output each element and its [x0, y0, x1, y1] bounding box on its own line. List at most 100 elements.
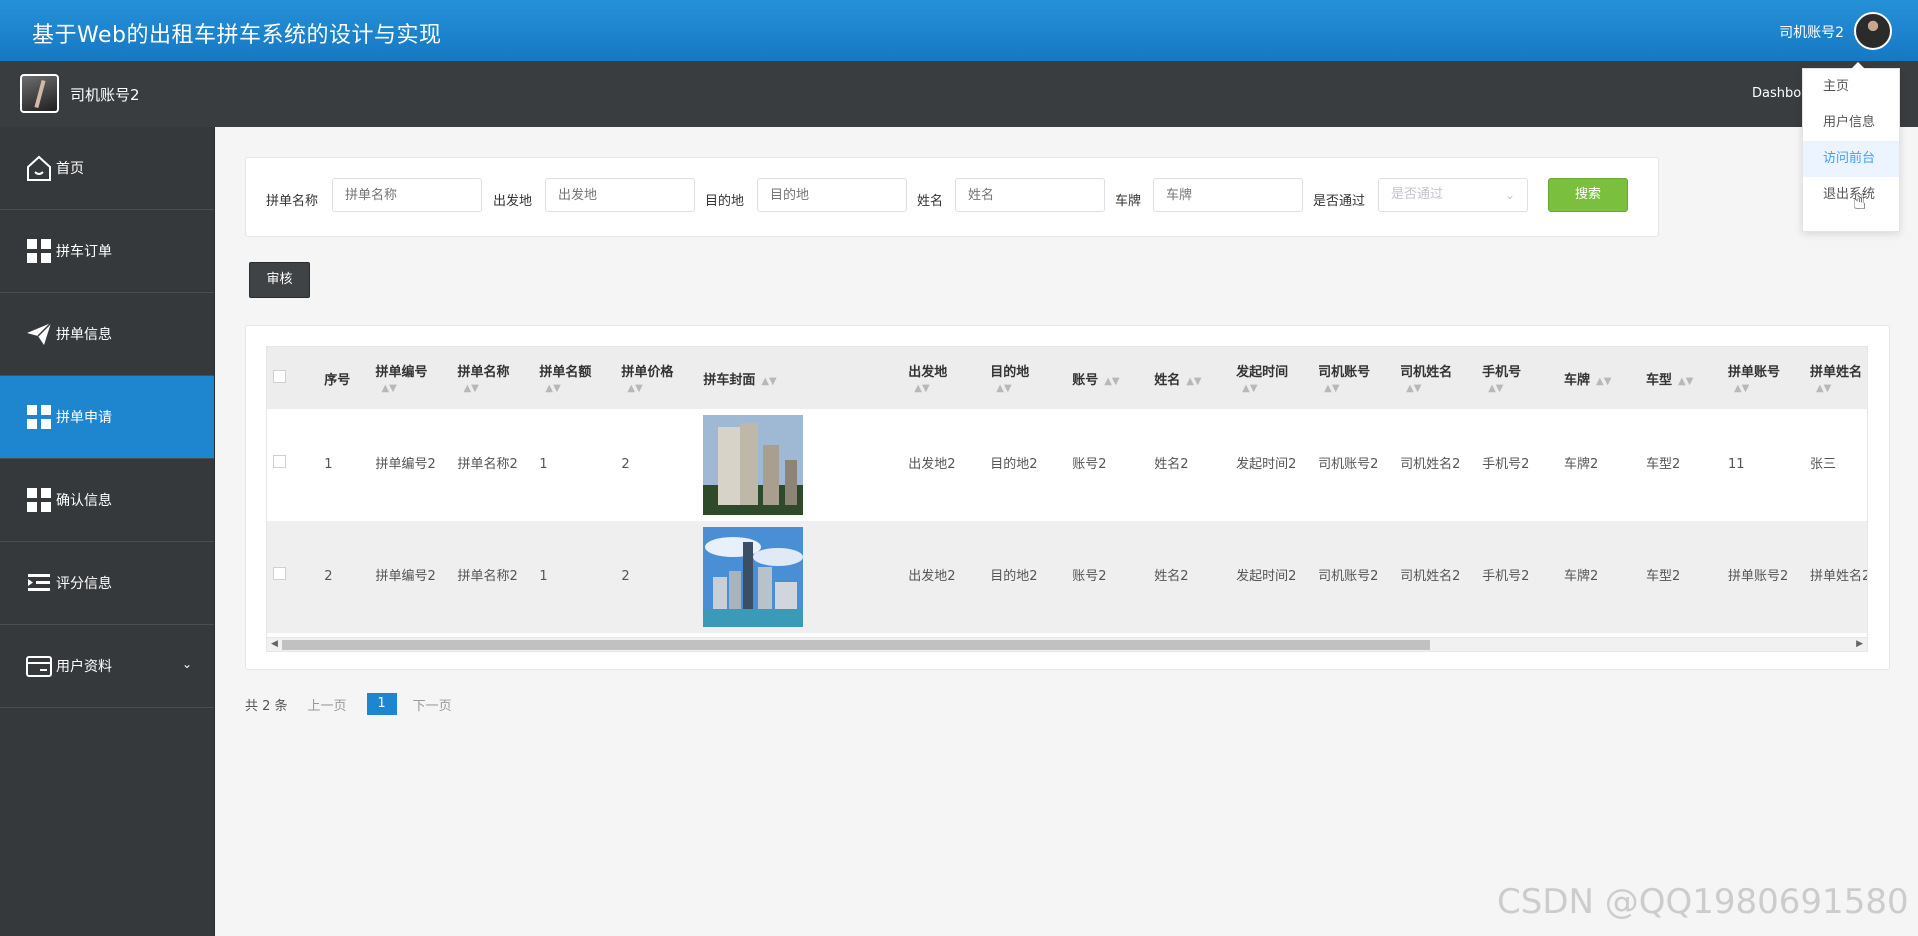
grid-icon	[24, 402, 54, 432]
row-checkbox[interactable]	[267, 521, 319, 633]
column-header[interactable]: 车型 ▲▼	[1640, 347, 1722, 409]
sidebar-item-label: 首页	[56, 161, 84, 177]
column-header[interactable]: 姓名 ▲▼	[1148, 347, 1231, 409]
sort-icon: ▲▼	[1815, 383, 1832, 394]
table-cell: 车型2	[1640, 521, 1722, 633]
sidebar-item-home[interactable]: 首页	[0, 127, 214, 210]
table-cell: 2	[318, 521, 370, 633]
cover-cell	[697, 521, 903, 633]
cover-image[interactable]	[703, 415, 804, 515]
sidebar-item-label: 用户资料	[56, 659, 112, 675]
scroll-thumb[interactable]	[282, 640, 1430, 650]
sidebar-item-carpool-info[interactable]: 拼单信息	[0, 293, 214, 376]
search-panel: 拼单名称 出发地 目的地 姓名 车牌 是否通过 是否通过 ⌄ 搜索	[245, 157, 1659, 237]
column-header[interactable]: 拼单名称 ▲▼	[451, 347, 534, 409]
column-header[interactable]: 发起时间 ▲▼	[1230, 347, 1313, 409]
cover-cell	[697, 409, 903, 521]
column-header[interactable]: 车牌 ▲▼	[1558, 347, 1640, 409]
sidebar-item-confirm-info[interactable]: 确认信息	[0, 459, 214, 542]
sort-icon: ▲▼	[1488, 383, 1504, 394]
audit-button[interactable]: 审核	[249, 262, 310, 298]
sidebar-item-label: 拼单申请	[56, 410, 112, 426]
table-cell: 手机号2	[1476, 521, 1559, 633]
column-header[interactable]: 司机姓名 ▲▼	[1394, 347, 1477, 409]
sidebar-item-label: 评分信息	[56, 576, 112, 592]
search-label-from: 出发地	[493, 194, 533, 209]
table-cell: 目的地2	[984, 521, 1067, 633]
sub-user-name: 司机账号2	[70, 86, 140, 104]
table-cell: 1	[533, 521, 616, 633]
column-header[interactable]: 拼车封面 ▲▼	[697, 347, 903, 409]
sort-icon: ▲▼	[381, 383, 397, 394]
table-cell: 账号2	[1066, 521, 1149, 633]
table-cell: 目的地2	[984, 409, 1067, 521]
sidebar-item-rating-info[interactable]: 评分信息	[0, 542, 214, 625]
menu-item-home[interactable]: 主页	[1803, 69, 1899, 105]
table-cell: 拼单名称2	[451, 409, 534, 521]
column-header[interactable]: 手机号 ▲▼	[1476, 347, 1559, 409]
search-input-to[interactable]	[757, 178, 907, 212]
pagination-total: 共 2 条	[245, 698, 288, 714]
search-button[interactable]: 搜索	[1548, 178, 1628, 212]
column-header[interactable]: 拼单账号 ▲▼	[1721, 347, 1804, 409]
list-indent-icon	[24, 568, 54, 598]
search-label-to: 目的地	[705, 194, 745, 209]
scroll-left-icon[interactable]: ◀	[271, 639, 278, 649]
next-page-button[interactable]: 下一页	[413, 695, 452, 714]
search-input-from[interactable]	[545, 178, 695, 212]
column-header[interactable]: 目的地 ▲▼	[984, 347, 1067, 409]
sort-icon: ▲▼	[545, 383, 561, 394]
column-header[interactable]: 出发地 ▲▼	[902, 347, 985, 409]
column-header[interactable]: 账号 ▲▼	[1066, 347, 1149, 409]
current-page-button[interactable]: 1	[366, 693, 397, 715]
horizontal-scrollbar[interactable]: ◀ ▶	[267, 637, 1867, 651]
search-input-name[interactable]	[332, 178, 482, 212]
sidebar-item-user-profile[interactable]: 用户资料 ⌄	[0, 625, 214, 708]
column-header[interactable]: 司机账号 ▲▼	[1312, 347, 1395, 409]
sub-avatar	[20, 74, 59, 113]
select-all-checkbox[interactable]	[267, 347, 319, 409]
sidebar-item-carpool-orders[interactable]: 拼车订单	[0, 210, 214, 293]
row-checkbox[interactable]	[267, 409, 319, 521]
data-table: 序号 拼单编号 ▲▼ 拼单名称 ▲▼ 拼单名额 ▲▼ 拼单价格 ▲▼ 拼车封面 ▲▼ 出发…	[267, 347, 1867, 633]
search-input-person-name[interactable]	[955, 178, 1105, 212]
menu-item-logout[interactable]: 退出系统	[1803, 177, 1899, 213]
header-user-name[interactable]: 司机账号2	[1779, 22, 1844, 42]
table-cell: 车牌2	[1558, 409, 1640, 521]
chevron-down-icon: ⌄	[181, 657, 192, 671]
table-cell: 11	[1721, 409, 1804, 521]
table-header-row: 序号 拼单编号 ▲▼ 拼单名称 ▲▼ 拼单名额 ▲▼ 拼单价格 ▲▼ 拼车封面 ▲▼ 出发…	[267, 347, 1867, 409]
table-row[interactable]: 2 拼单编号2 拼单名称2 1 2 出发地2 目的地2 账号2 姓名2 发起时间…	[267, 521, 1867, 633]
table-cell: 司机账号2	[1312, 409, 1395, 521]
prev-page-button[interactable]: 上一页	[308, 695, 347, 714]
search-select-approved[interactable]: 是否通过 ⌄	[1378, 178, 1528, 212]
column-header[interactable]: 拼单价格 ▲▼	[615, 347, 698, 409]
column-header[interactable]: 拼单名额 ▲▼	[533, 347, 616, 409]
search-input-plate[interactable]	[1153, 178, 1303, 212]
sort-icon: ▲▼	[1242, 383, 1258, 394]
table-cell: 司机姓名2	[1394, 409, 1477, 521]
sort-icon: ▲▼	[914, 383, 930, 394]
table-row[interactable]: 1 拼单编号2 拼单名称2 1 2 出发地2 目的地2 账号2 姓名2 发起时间…	[267, 409, 1867, 521]
column-header[interactable]: 拼单姓名 ▲▼	[1803, 347, 1867, 409]
menu-item-user-info[interactable]: 用户信息	[1803, 105, 1899, 141]
table-cell: 2	[615, 521, 698, 633]
sort-icon: ▲▼	[996, 383, 1012, 394]
hand-cursor-icon: ☝	[1853, 190, 1867, 215]
sub-header: 司机账号2 Dashboard	[0, 61, 1918, 127]
menu-item-visit-frontend[interactable]: 访问前台	[1803, 141, 1899, 177]
table-cell: 1	[533, 409, 616, 521]
sidebar-item-carpool-apply[interactable]: 拼单申请	[0, 376, 214, 459]
column-header[interactable]: 拼单编号 ▲▼	[369, 347, 452, 409]
cover-image[interactable]	[703, 527, 804, 627]
table-scroll-area[interactable]: 序号 拼单编号 ▲▼ 拼单名称 ▲▼ 拼单名额 ▲▼ 拼单价格 ▲▼ 拼车封面 ▲▼ 出发…	[266, 346, 1868, 652]
send-icon	[24, 319, 54, 349]
sidebar-item-label: 拼车订单	[56, 244, 112, 260]
header-avatar[interactable]	[1854, 12, 1892, 50]
grid-icon	[24, 236, 54, 266]
table-cell: 姓名2	[1148, 521, 1231, 633]
sort-icon: ▲▼	[1596, 375, 1612, 387]
scroll-right-icon[interactable]: ▶	[1856, 639, 1863, 649]
pagination: 共 2 条 上一页 1 下一页	[245, 693, 452, 715]
sidebar: 首页 拼车订单 拼单信息 拼单申请 确认信息 评分信息 用户资料 ⌄	[0, 127, 215, 936]
